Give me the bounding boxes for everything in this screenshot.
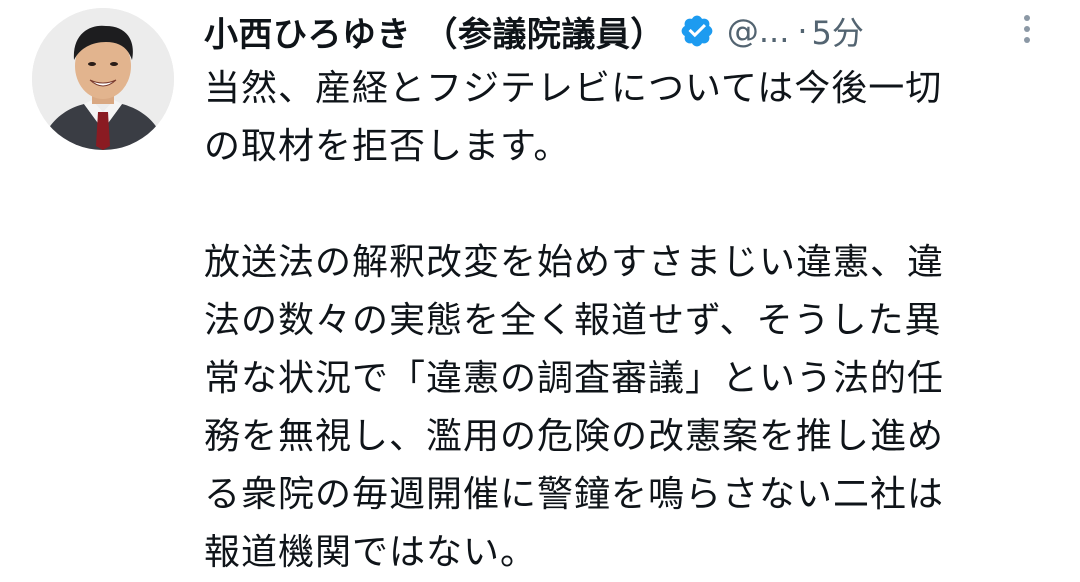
avatar-image	[32, 8, 174, 150]
more-options-icon[interactable]	[1012, 4, 1042, 54]
more-dot	[1024, 37, 1030, 43]
tweet-header: 小西ひろゆき （参議院議員） @... · 5分	[204, 6, 1064, 56]
timestamp[interactable]: 5分	[812, 8, 864, 54]
verified-badge-icon	[679, 13, 715, 49]
more-dot	[1024, 26, 1030, 32]
tweet-paragraph-1: 当然、産経とフジテレビについては今後一切 の取材を拒否します。	[204, 60, 1064, 176]
tweet-line: る衆院の毎週開催に警鐘を鳴らさない二社は	[204, 474, 945, 515]
tweet-line: 放送法の解釈改変を始めすさまじい違憲、違	[204, 242, 945, 283]
tweet-text: 当然、産経とフジテレビについては今後一切 の取材を拒否します。 放送法の解釈改変…	[204, 60, 1064, 582]
tweet-line: 当然、産経とフジテレビについては今後一切	[204, 68, 943, 109]
display-name[interactable]: 小西ひろゆき （参議院議員）	[204, 7, 665, 56]
tweet-paragraph-2: 放送法の解釈改変を始めすさまじい違憲、違 法の数々の実態を全く報道せず、そうした…	[204, 234, 1064, 582]
tweet-line: 報道機関ではない。	[204, 532, 538, 573]
separator-dot: ·	[797, 12, 808, 50]
tweet-line: 法の数々の実態を全く報道せず、そうした異	[204, 300, 942, 341]
tweet-line: 常な状況で「違憲の調査審議」という法的任	[204, 358, 945, 399]
avatar[interactable]	[32, 8, 174, 150]
handle[interactable]: @...	[727, 12, 790, 50]
tweet-line: 務を無視し、濫用の危険の改憲案を推し進め	[204, 416, 945, 457]
more-dot	[1024, 15, 1030, 21]
tweet: 小西ひろゆき （参議院議員） @... · 5分 当然、産経とフジテレビについて…	[0, 0, 1080, 573]
tweet-line: の取材を拒否します。	[204, 126, 571, 167]
